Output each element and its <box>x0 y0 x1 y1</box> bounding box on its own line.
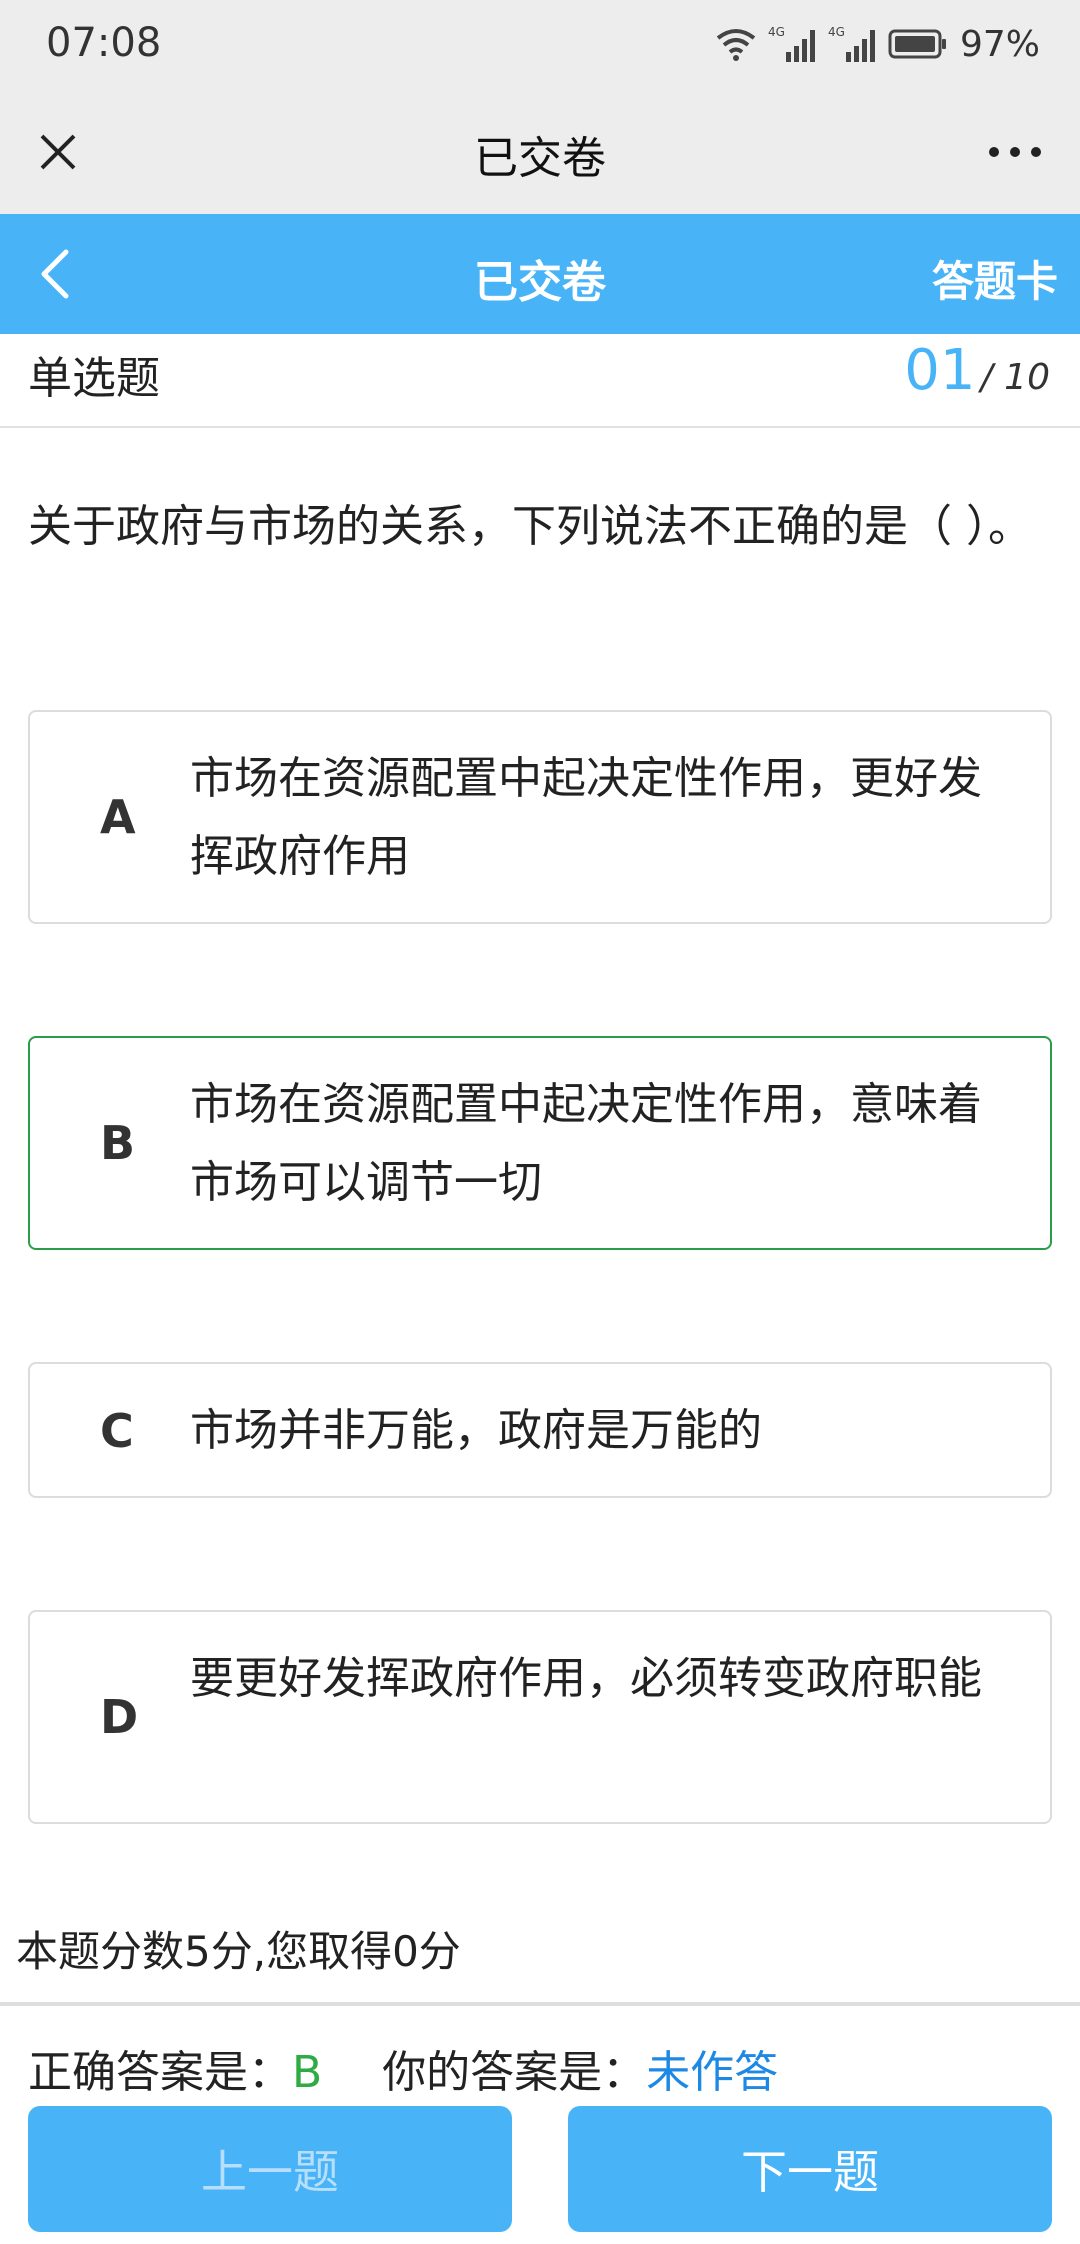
page-title: 已交卷 <box>474 257 606 308</box>
status-bar: 07:08 4G 4G 97% <box>0 0 1080 90</box>
option-letter: D <box>100 1690 139 1744</box>
option-letter: C <box>100 1404 134 1458</box>
your-answer-value: 未作答 <box>646 2047 779 2098</box>
question-current: 01 <box>904 338 976 403</box>
battery-percent: 97% <box>959 23 1040 65</box>
option-text: 要更好发挥政府作用，必须转变政府职能 <box>190 1653 982 1704</box>
question-type: 单选题 <box>28 353 160 404</box>
browser-title-bar: 已交卷 <box>0 90 1080 214</box>
status-icons: 4G 4G 97% <box>716 20 1040 68</box>
option-d[interactable]: D 要更好发挥政府作用，必须转变政府职能 <box>28 1610 1052 1824</box>
correct-answer-label: 正确答案是： <box>28 2047 292 2098</box>
next-question-button[interactable]: 下一题 <box>568 2106 1052 2232</box>
prev-question-button[interactable]: 上一题 <box>28 2106 512 2232</box>
correct-answer-value: B <box>292 2047 323 2098</box>
battery-icon <box>888 29 946 59</box>
signal-icon-sim1: 4G <box>768 25 815 62</box>
wifi-icon <box>716 29 756 61</box>
option-text: 市场并非万能，政府是万能的 <box>190 1405 762 1456</box>
option-a[interactable]: A 市场在资源配置中起决定性作用，更好发挥政府作用 <box>28 710 1052 924</box>
your-answer-label: 你的答案是： <box>382 2047 647 2098</box>
answer-card-button[interactable]: 答题卡 <box>932 248 1058 309</box>
option-letter: B <box>100 1116 136 1170</box>
option-b[interactable]: B 市场在资源配置中起决定性作用，意味着市场可以调节一切 <box>28 1036 1052 1250</box>
question-progress: 01 / 10 <box>904 338 1050 403</box>
status-time: 07:08 <box>46 20 162 66</box>
network-label-1: 4G <box>768 25 785 39</box>
app-header: 已交卷 答题卡 <box>0 214 1080 334</box>
option-letter: A <box>100 790 136 844</box>
signal-icon-sim2: 4G <box>828 25 875 62</box>
option-c[interactable]: C 市场并非万能，政府是万能的 <box>28 1362 1052 1498</box>
browser-title: 已交卷 <box>474 133 606 184</box>
question-text: 关于政府与市场的关系，下列说法不正确的是（ ）。 <box>28 501 1032 552</box>
question-type-row: 单选题 01 / 10 <box>0 334 1080 428</box>
answer-summary: 正确答案是：B 你的答案是：未作答 <box>28 2036 778 2100</box>
question-total: / 10 <box>980 357 1050 398</box>
divider <box>0 2002 1080 2006</box>
option-text: 市场在资源配置中起决定性作用，意味着市场可以调节一切 <box>190 1079 982 1208</box>
option-text: 市场在资源配置中起决定性作用，更好发挥政府作用 <box>190 753 982 882</box>
more-icon[interactable] <box>980 122 1050 182</box>
network-label-2: 4G <box>828 25 845 39</box>
score-text: 本题分数5分,您取得0分 <box>16 1927 461 1976</box>
